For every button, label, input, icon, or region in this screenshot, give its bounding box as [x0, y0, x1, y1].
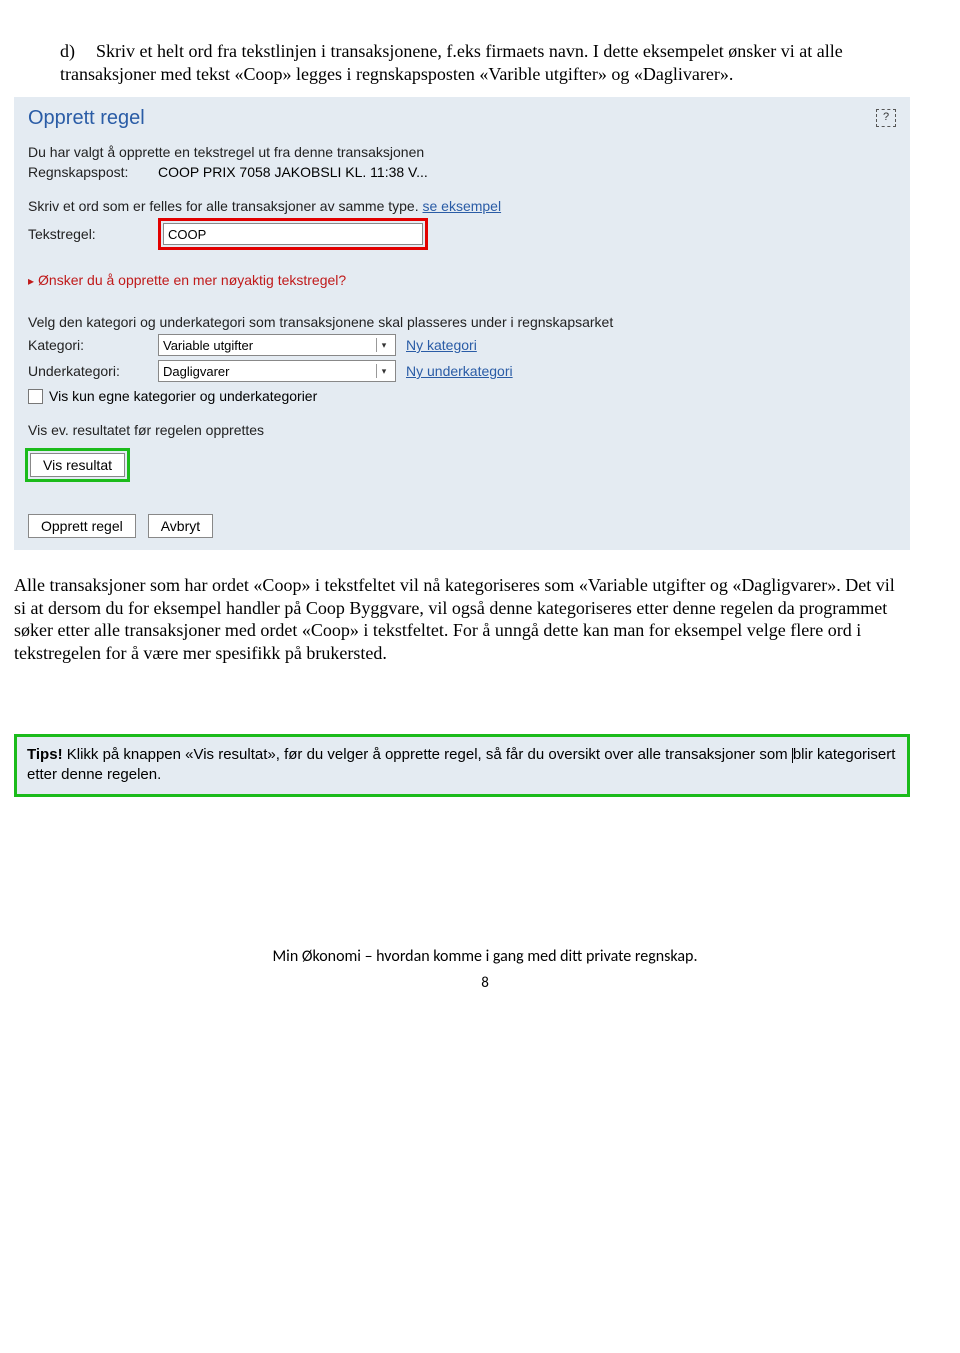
page-number: 8 [60, 974, 910, 992]
underkategori-label: Underkategori: [28, 363, 158, 379]
help-icon[interactable]: ? [876, 109, 896, 127]
tekstregel-input[interactable] [163, 223, 423, 245]
intro-text: Skriv et helt ord fra tekstlinjen i tran… [60, 41, 843, 84]
show-result-button[interactable]: Vis resultat [30, 453, 125, 477]
footer-text: Min Økonomi – hvordan komme i gang med d… [60, 947, 910, 966]
tips-label: Tips! [27, 746, 63, 763]
more-exact-rule-link[interactable]: Ønsker du å opprette en mer nøyaktig tek… [28, 272, 896, 288]
regnskapspost-value: COOP PRIX 7058 JAKOBSLI KL. 11:38 V... [158, 164, 428, 180]
tips-box: Tips! Klikk på knappen «Vis resultat», f… [14, 734, 910, 797]
kategori-value: Variable utgifter [163, 338, 253, 353]
instruction-line: Skriv et ord som er felles for alle tran… [28, 198, 896, 214]
chevron-down-icon: ▾ [376, 338, 391, 352]
own-categories-row: Vis kun egne kategorier og underkategori… [28, 388, 896, 404]
tekstregel-highlight [158, 218, 428, 250]
tips-text-a: Klikk på knappen «Vis resultat», før du … [63, 746, 792, 763]
instruction-text: Skriv et ord som er felles for alle tran… [28, 198, 419, 214]
own-categories-label: Vis kun egne kategorier og underkategori… [49, 388, 317, 404]
new-subcategory-link[interactable]: Ny underkategori [406, 363, 513, 379]
underkategori-value: Dagligvarer [163, 364, 229, 379]
chevron-down-icon: ▾ [376, 364, 391, 378]
explanation-paragraph: Alle transaksjoner som har ordet «Coop» … [14, 574, 910, 664]
see-example-link[interactable]: se eksempel [422, 198, 501, 214]
category-instruction: Velg den kategori og underkategori som t… [28, 314, 896, 330]
new-category-link[interactable]: Ny kategori [406, 337, 477, 353]
own-categories-checkbox[interactable] [28, 389, 43, 404]
kategori-label: Kategori: [28, 337, 158, 353]
create-rule-panel: Opprett regel ? Du har valgt å opprette … [14, 97, 910, 550]
show-result-highlight: Vis resultat [25, 448, 130, 482]
regnskapspost-label: Regnskapspost: [28, 164, 158, 180]
tekstregel-label: Tekstregel: [28, 226, 158, 242]
underkategori-dropdown[interactable]: Dagligvarer ▾ [158, 360, 396, 382]
panel-subtitle: Du har valgt å opprette en tekstregel ut… [28, 144, 896, 160]
show-result-instruction: Vis ev. resultatet før regelen opprettes [28, 422, 896, 438]
panel-title: Opprett regel [28, 107, 896, 130]
cancel-button[interactable]: Avbryt [148, 514, 213, 538]
create-rule-button[interactable]: Opprett regel [28, 514, 136, 538]
list-marker: d) [60, 40, 96, 63]
kategori-dropdown[interactable]: Variable utgifter ▾ [158, 334, 396, 356]
intro-paragraph: d)Skriv et helt ord fra tekstlinjen i tr… [60, 40, 910, 85]
